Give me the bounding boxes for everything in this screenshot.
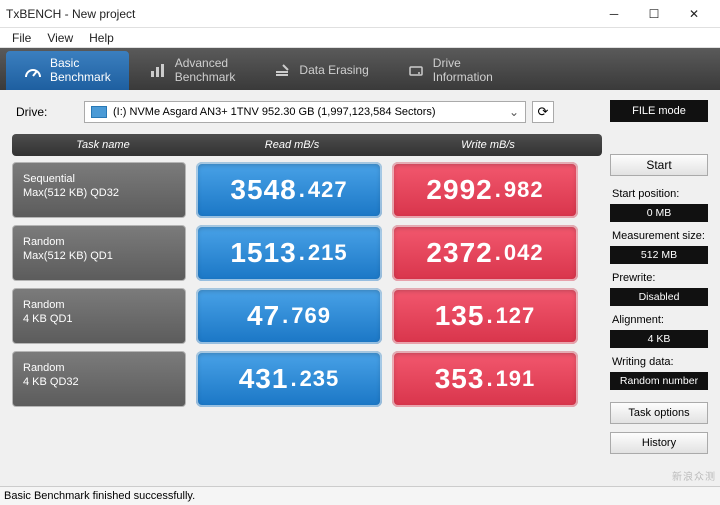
read-value: 3548.427 (196, 162, 382, 218)
prewrite-value[interactable]: Disabled (610, 288, 708, 306)
write-value: 2992.982 (392, 162, 578, 218)
writingdata-value[interactable]: Random number (610, 372, 708, 390)
status-text: Basic Benchmark finished successfully. (4, 490, 195, 502)
drive-select-value: (I:) NVMe Asgard AN3+ 1TNV 952.30 GB (1,… (113, 106, 436, 118)
maximize-button[interactable]: ☐ (634, 0, 674, 28)
task-name-box: Random4 KB QD32 (12, 351, 186, 407)
hdd-icon (91, 106, 107, 118)
task-options-button[interactable]: Task options (610, 402, 708, 424)
history-button[interactable]: History (610, 432, 708, 454)
minimize-button[interactable]: ─ (594, 0, 634, 28)
write-value: 135.127 (392, 288, 578, 344)
bars-icon (149, 62, 167, 80)
tab-data-erasing[interactable]: Data Erasing (255, 51, 386, 90)
task-name-box: RandomMax(512 KB) QD1 (12, 225, 186, 281)
write-value: 2372.042 (392, 225, 578, 281)
tab-label: Advanced Benchmark (175, 57, 236, 85)
measurement-value[interactable]: 512 MB (610, 246, 708, 264)
read-value: 431.235 (196, 351, 382, 407)
menu-file[interactable]: File (4, 31, 39, 45)
read-value: 1513.215 (196, 225, 382, 281)
close-button[interactable]: ✕ (674, 0, 714, 28)
drive-icon (407, 62, 425, 80)
tab-label: Data Erasing (299, 64, 368, 78)
alignment-value[interactable]: 4 KB (610, 330, 708, 348)
alignment-label: Alignment: (610, 314, 708, 326)
measurement-label: Measurement size: (610, 230, 708, 242)
file-mode-button[interactable]: FILE mode (610, 100, 708, 122)
tab-label: Drive Information (433, 57, 493, 85)
result-row: SequentialMax(512 KB) QD323548.4272992.9… (12, 162, 602, 218)
header-task: Task name (12, 134, 194, 156)
drive-select[interactable]: (I:) NVMe Asgard AN3+ 1TNV 952.30 GB (1,… (84, 101, 526, 123)
start-button[interactable]: Start (610, 154, 708, 176)
menu-help[interactable]: Help (81, 31, 122, 45)
watermark: 新浪众测 (672, 468, 716, 483)
window-title: TxBENCH - New project (6, 7, 594, 21)
result-row: RandomMax(512 KB) QD11513.2152372.042 (12, 225, 602, 281)
task-name-box: Random4 KB QD1 (12, 288, 186, 344)
startpos-label: Start position: (610, 188, 708, 200)
header-write: Write mB/s (390, 134, 586, 156)
task-name-box: SequentialMax(512 KB) QD32 (12, 162, 186, 218)
header-read: Read mB/s (194, 134, 390, 156)
result-row: Random4 KB QD32431.235353.191 (12, 351, 602, 407)
tab-basic-benchmark[interactable]: Basic Benchmark (6, 51, 129, 90)
tab-label: Basic Benchmark (50, 57, 111, 85)
prewrite-label: Prewrite: (610, 272, 708, 284)
gauge-icon (24, 62, 42, 80)
read-value: 47.769 (196, 288, 382, 344)
erase-icon (273, 62, 291, 80)
drive-label: Drive: (12, 105, 84, 119)
refresh-icon: ⟳ (538, 104, 549, 120)
writingdata-label: Writing data: (610, 356, 708, 368)
startpos-value[interactable]: 0 MB (610, 204, 708, 222)
menu-view[interactable]: View (39, 31, 81, 45)
refresh-drive-button[interactable]: ⟳ (532, 101, 554, 123)
tab-advanced-benchmark[interactable]: Advanced Benchmark (131, 51, 254, 90)
write-value: 353.191 (392, 351, 578, 407)
result-row: Random4 KB QD147.769135.127 (12, 288, 602, 344)
tab-drive-information[interactable]: Drive Information (389, 51, 511, 90)
